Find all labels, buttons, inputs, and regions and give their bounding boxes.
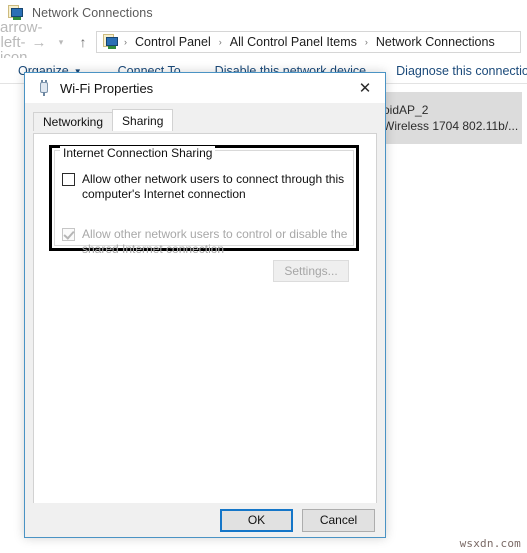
groupbox-title: Internet Connection Sharing <box>60 146 216 160</box>
dialog-tabstrip: Networking Sharing <box>33 109 385 131</box>
breadcrumb-item-all-control-panel-items[interactable]: All Control Panel Items <box>227 35 360 49</box>
allow-control-checkbox-row: Allow other network users to control or … <box>62 227 352 257</box>
breadcrumb[interactable]: › Control Panel › All Control Panel Item… <box>96 31 521 53</box>
cancel-button[interactable]: Cancel <box>302 508 375 532</box>
tab-sharing[interactable]: Sharing <box>112 109 174 131</box>
list-item[interactable]: oidAP_2 Wireless 1704 802.11b/... <box>374 92 522 144</box>
ok-button[interactable]: OK <box>220 508 293 532</box>
breadcrumb-separator: › <box>124 37 127 47</box>
watermark: wsxdn.com <box>459 537 521 550</box>
sharing-tab-panel: Internet Connection Sharing Allow other … <box>33 133 377 505</box>
window-title: Network Connections <box>32 6 153 20</box>
allow-control-checkbox <box>62 228 75 241</box>
wifi-properties-dialog: Wi-Fi Properties ✕ Networking Sharing In… <box>24 72 386 538</box>
settings-button: Settings... <box>273 260 349 282</box>
connection-adapter: Wireless 1704 802.11b/... <box>383 119 519 133</box>
recent-locations-button[interactable]: ▾ <box>52 37 70 47</box>
address-bar-icon <box>103 34 119 50</box>
breadcrumb-item-control-panel[interactable]: Control Panel <box>132 35 214 49</box>
forward-button[interactable]: → <box>26 35 52 50</box>
dialog-title: Wi-Fi Properties <box>60 80 154 96</box>
diagnose-connection-button[interactable]: Diagnose this connection <box>396 64 527 78</box>
tab-networking[interactable]: Networking <box>33 112 114 131</box>
breadcrumb-separator: › <box>364 37 368 47</box>
allow-connect-label: Allow other network users to connect thr… <box>82 172 345 201</box>
allow-connect-checkbox-row[interactable]: Allow other network users to connect thr… <box>62 172 352 202</box>
network-adapter-icon <box>37 80 51 96</box>
internet-connection-sharing-group: Internet Connection Sharing Allow other … <box>49 145 359 256</box>
breadcrumb-separator: › <box>218 37 222 47</box>
close-icon[interactable]: ✕ <box>345 73 385 103</box>
tab-sharing-label: Sharing <box>122 113 164 128</box>
tab-networking-label: Networking <box>43 115 104 129</box>
allow-control-label: Allow other network users to control or … <box>82 227 348 256</box>
dialog-footer: OK Cancel <box>25 503 385 537</box>
breadcrumb-item-network-connections[interactable]: Network Connections <box>373 35 498 49</box>
allow-connect-checkbox[interactable] <box>62 173 75 186</box>
connection-name: oidAP_2 <box>383 103 429 117</box>
dialog-titlebar: Wi-Fi Properties ✕ <box>25 73 385 103</box>
navigation-bar: arrow-left-icon → ▾ ↑ › Control Panel › … <box>0 20 527 65</box>
up-button[interactable]: ↑ <box>70 35 96 49</box>
window-titlebar: Network Connections <box>0 0 527 26</box>
